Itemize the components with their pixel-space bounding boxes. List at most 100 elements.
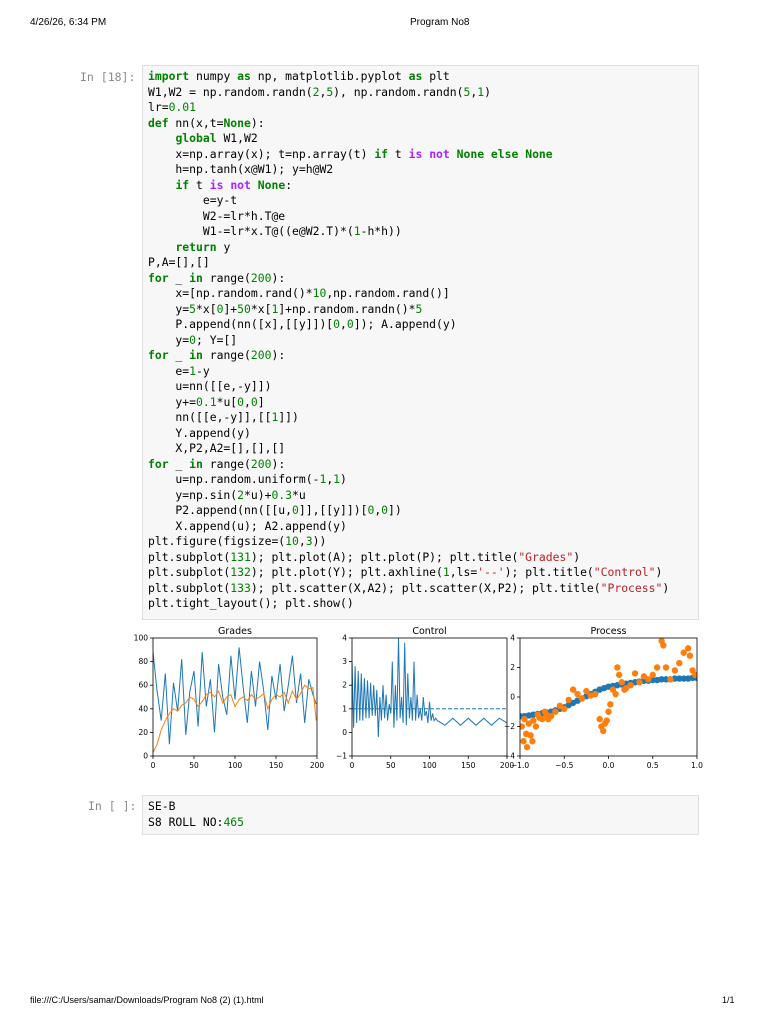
x-tick-label: 50 (189, 761, 199, 770)
y-tick-label: 0 (510, 693, 515, 702)
code-line: Y.append(y) (175, 425, 251, 440)
y-tick-label: −1 (336, 752, 347, 761)
series-line-0 (153, 647, 317, 745)
text-line: S8 ROLL NO:465 (148, 814, 245, 829)
scatter-point (636, 679, 643, 686)
scatter-point (578, 695, 586, 702)
series-line-0 (352, 638, 507, 738)
x-tick-label: 100 (228, 761, 243, 770)
chart-title: Grades (218, 626, 252, 637)
scatter-point (520, 738, 527, 745)
code-line: X,P2,A2=[],[],[] (175, 441, 286, 455)
cell-prompt-empty: In [ ]: (88, 799, 137, 813)
code-line: e=y-t (202, 193, 238, 207)
code-line: for _ in range(200): (148, 270, 286, 285)
code-line: u=np.random.uniform(-1,1) (148, 472, 347, 486)
scatter-point (599, 727, 607, 735)
x-tick-label: 0 (151, 761, 156, 770)
scatter-point (667, 676, 674, 683)
code-line: y=np.sin(2*u)+0.3*u (148, 487, 306, 502)
page-number: 1/1 (722, 995, 735, 1005)
x-tick-label: 200 (310, 761, 325, 770)
code-line: y+=0.1*u[0,0] (148, 394, 265, 409)
code-editor[interactable]: import numpy as np, matplotlib.pyplot as… (143, 66, 698, 612)
code-line: import numpy as np, matplotlib.pyplot as… (148, 69, 450, 83)
code-line: e=1-y (148, 363, 210, 378)
y-tick-label: 1 (342, 704, 347, 713)
code-line: plt.subplot(133); plt.scatter(X,A2); plt… (148, 580, 670, 595)
scatter-point (653, 664, 661, 671)
y-tick-label: 20 (138, 728, 148, 737)
y-tick-label: 0 (143, 752, 148, 761)
output-figure: Grades0 50 100 150 200020406080100Control0 50… (134, 626, 704, 770)
code-line: P2.append(nn([[u,0]],[[y]])[0,0]) (148, 503, 402, 517)
scatter-point (631, 670, 639, 677)
scatter-point (649, 671, 656, 679)
text-cell[interactable]: SE-B S8 ROLL NO:465 (142, 795, 699, 835)
code-line: if t is not None: (175, 177, 293, 192)
scatter-point (523, 743, 531, 751)
code-line: nn([[e,-y]],[[1]]) (148, 410, 299, 424)
code-line: plt.tight_layout(); plt.show() (148, 596, 354, 610)
scatter-point (603, 717, 610, 724)
plot-area (520, 638, 697, 751)
x-tick-label: 0.0 (603, 761, 615, 770)
scatter-point (662, 664, 670, 671)
scatter-point (530, 717, 537, 724)
file-path: file:///C:/Users/samar/Downloads/Program… (30, 995, 264, 1005)
scatter-point (660, 642, 667, 649)
x-tick-label: 0 (350, 761, 355, 770)
code-line: for _ in range(200): (148, 348, 286, 362)
y-tick-label: 0 (342, 728, 347, 737)
code-line: u=nn([[e,-y]]) (175, 379, 272, 393)
code-line: plt.subplot(132); plt.plot(Y); plt.axhli… (148, 565, 663, 579)
chart-control: Control0 50 100 150 200−101234 (336, 626, 514, 770)
code-line: y=0; Y=[] (148, 332, 238, 347)
code-line: y=5*x[0]+50*x[1]+np.random.randn()*5 (148, 301, 423, 316)
y-tick-label: −2 (504, 722, 515, 731)
y-tick-label: 2 (510, 663, 515, 672)
chart-title: Control (412, 626, 446, 637)
scatter-point (614, 664, 621, 671)
y-tick-label: 3 (342, 657, 347, 666)
scatter-point (529, 738, 536, 745)
code-line: return y (175, 239, 231, 254)
print-page-title: Program No8 (410, 17, 470, 28)
x-tick-label: −1.0 (511, 761, 529, 770)
chart-title: Process (590, 626, 626, 637)
code-line: W2-=lr*h.T@e (202, 208, 286, 223)
code-line: X.append(u); A2.append(y) (175, 518, 347, 533)
scatter-point (671, 667, 679, 674)
code-line: plt.subplot(131); plt.plot(A); plt.plot(… (148, 549, 581, 564)
scatter-point (552, 708, 559, 715)
code-line: def nn(x,t=None): (148, 115, 265, 130)
code-line: W1,W2 = np.random.randn(2,5), np.random.… (148, 84, 491, 99)
x-tick-label: 100 (422, 761, 437, 770)
x-tick-label: 150 (461, 761, 476, 770)
x-tick-label: 1.0 (691, 761, 703, 770)
code-line: W1-=lr*x.T@((e@W2.T)*(1-h*h)) (148, 224, 402, 238)
chart-process: Process −1.0 −0.5 0.0 0.5 1.0 −4 −2 0 2 4 (504, 626, 703, 770)
scatter-point (686, 652, 694, 659)
plot-area (153, 647, 317, 753)
x-tick-label: −0.5 (555, 761, 573, 770)
y-tick-label: 40 (138, 704, 148, 713)
code-line: global W1,W2 (175, 131, 258, 145)
axes-frame (351, 637, 508, 757)
code-line: P.append(nn([x],[[y]])[0,0]); A.append(y… (148, 317, 457, 331)
scatter-point (612, 690, 619, 698)
scatter-point (618, 679, 625, 686)
scatter-point (607, 701, 614, 708)
code-line: for _ in range(200): (148, 456, 286, 471)
scatter-point (592, 690, 599, 698)
code-cell[interactable]: import numpy as np, matplotlib.pyplot as… (142, 65, 699, 620)
scatter-point (527, 732, 534, 739)
scatter-point (692, 671, 697, 679)
y-tick-label: 60 (138, 681, 148, 690)
code-line: x=np.array(x); t=np.array(t) if t is not… (148, 146, 553, 161)
x-tick-label: 0.5 (647, 761, 659, 770)
code-line: x=[np.random.rand()*10,np.random.rand()] (148, 286, 450, 300)
y-tick-label: 2 (342, 681, 347, 690)
code-line: h=np.tanh(x@W1); y=h@W2 (175, 162, 334, 176)
code-editor[interactable]: SE-B S8 ROLL NO:465 (143, 796, 698, 830)
